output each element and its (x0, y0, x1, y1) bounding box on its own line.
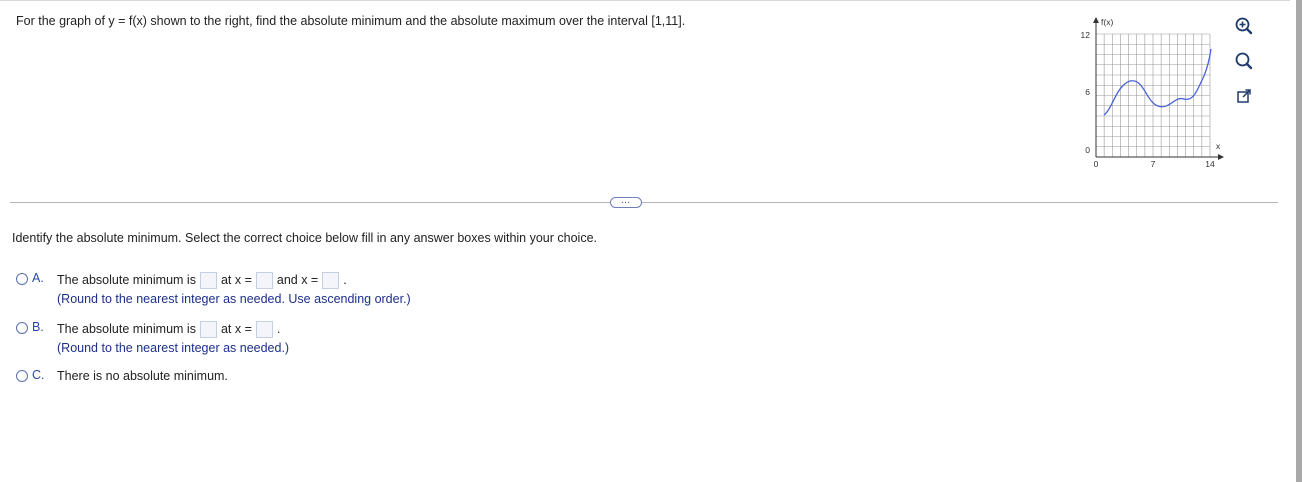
y-tick-label: 12 (1081, 30, 1091, 40)
external-link-icon (1237, 89, 1251, 103)
choice-letter: C. (32, 368, 45, 382)
function-graph: f(x) x 12 6 0 0 7 14 (1058, 14, 1228, 174)
x-axis-arrow (1218, 154, 1224, 160)
radio-button[interactable] (16, 272, 28, 285)
function-curve (1103, 48, 1212, 116)
radio-button[interactable] (16, 369, 28, 382)
choice-a-radio[interactable]: A. (16, 271, 44, 285)
choice-text: at x = (220, 321, 252, 336)
zoom-out-button[interactable] (1234, 51, 1254, 71)
answer-box-min-value[interactable] (199, 272, 217, 289)
y-tick-label: 0 (1085, 145, 1090, 155)
choice-text: The absolute minimum is (57, 272, 196, 287)
x-axis-label: x (1216, 141, 1221, 151)
choice-text: and x = (276, 272, 319, 287)
choice-a-text: The absolute minimum is at x = and x =. (57, 272, 347, 289)
answer-box-x[interactable] (255, 321, 273, 338)
choice-b-text: The absolute minimum is at x =. (57, 321, 280, 338)
answer-box-x1[interactable] (255, 272, 273, 289)
choice-letter: A. (32, 271, 44, 285)
choice-letter: B. (32, 320, 44, 334)
top-border (0, 0, 1290, 1)
choice-text: The absolute minimum is (57, 321, 196, 336)
y-tick-label: 6 (1085, 87, 1090, 97)
choice-a-note: (Round to the nearest integer as needed.… (57, 292, 411, 306)
radio-button[interactable] (16, 321, 28, 334)
x-tick-label: 14 (1205, 159, 1215, 169)
answer-box-min-value[interactable] (199, 321, 217, 338)
page-scrollbar[interactable] (1296, 0, 1302, 482)
x-tick-label: 7 (1151, 159, 1156, 169)
choice-text: . (276, 321, 281, 336)
choice-text: at x = (220, 272, 252, 287)
zoom-in-icon (1235, 17, 1253, 35)
question-text: For the graph of y = f(x) shown to the r… (16, 14, 686, 28)
expand-more-button[interactable]: … (610, 196, 642, 208)
choice-b-note: (Round to the nearest integer as needed.… (57, 341, 290, 355)
choice-b-radio[interactable]: B. (16, 320, 44, 334)
zoom-out-icon (1235, 52, 1253, 70)
choice-text: . (343, 272, 347, 287)
x-tick-label: 0 (1094, 159, 1099, 169)
section-divider (10, 202, 1278, 203)
choice-c-radio[interactable]: C. (16, 368, 45, 382)
zoom-in-button[interactable] (1234, 16, 1254, 36)
popout-button[interactable] (1234, 86, 1254, 106)
graph-grid (1095, 33, 1211, 158)
instruction-text: Identify the absolute minimum. Select th… (12, 231, 598, 245)
y-axis-label: f(x) (1101, 17, 1113, 27)
choice-c-text: There is no absolute minimum. (57, 369, 228, 383)
y-axis-arrow (1093, 17, 1099, 23)
answer-box-x2[interactable] (322, 272, 340, 289)
